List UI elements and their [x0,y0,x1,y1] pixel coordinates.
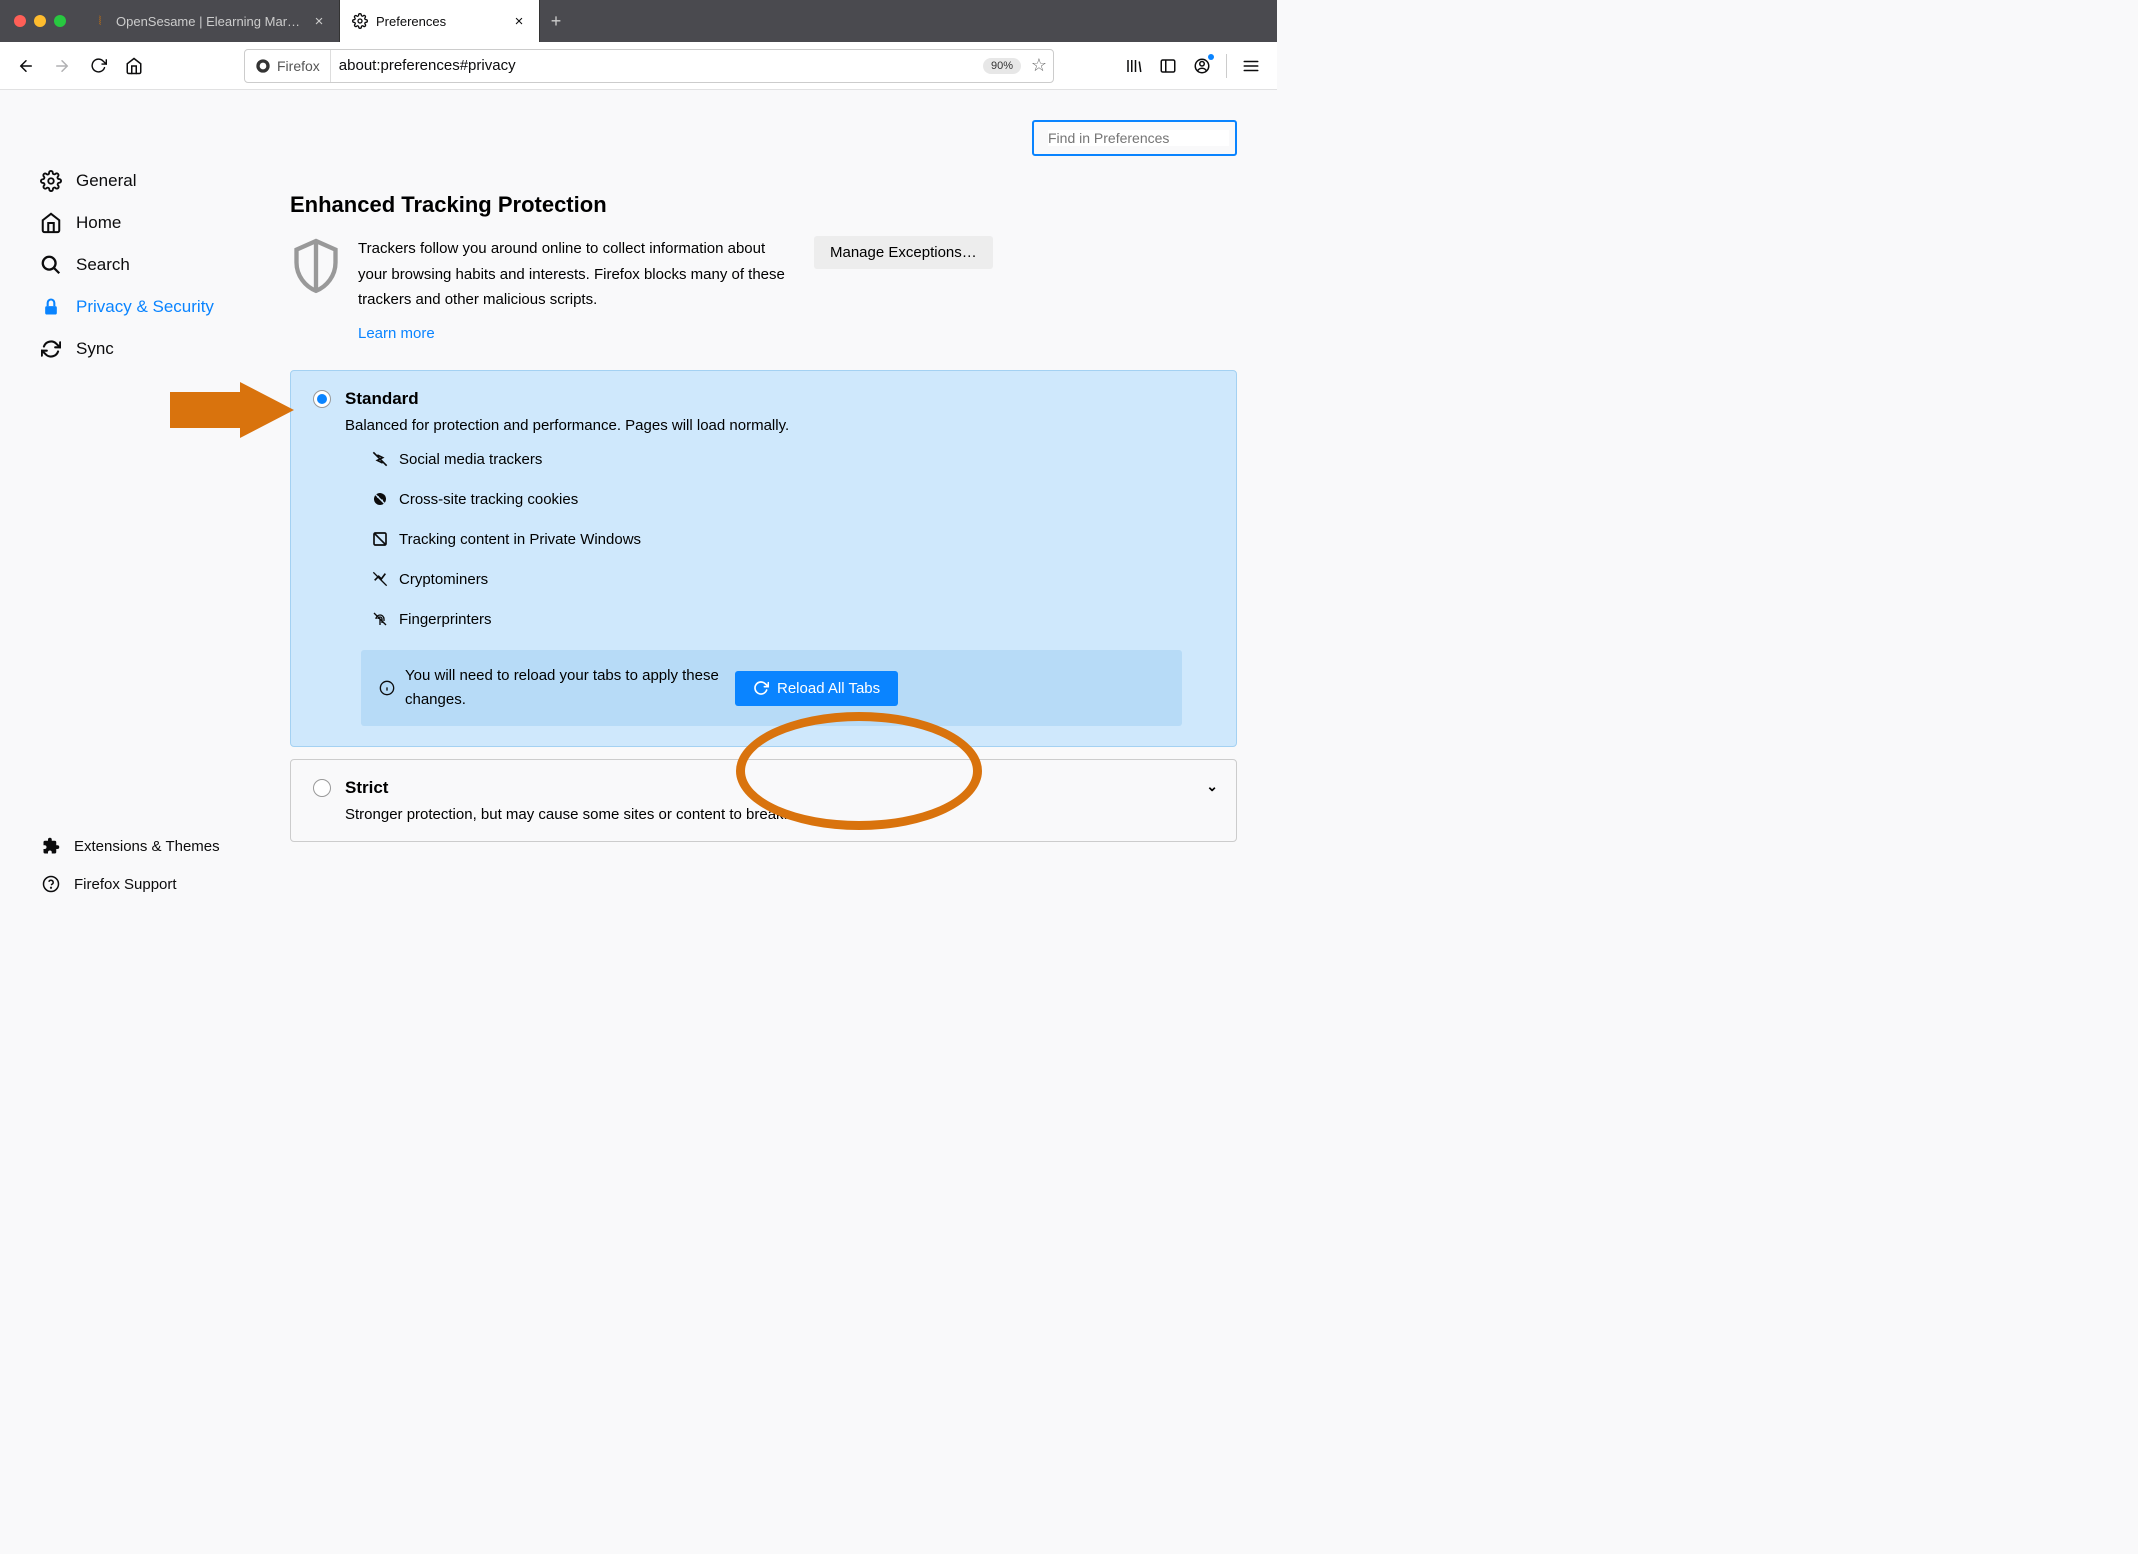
minimize-window-button[interactable] [34,15,46,27]
help-icon [40,873,62,895]
preferences-content: Enhanced Tracking Protection Trackers fo… [250,90,1277,931]
tracker-label: Fingerprinters [399,611,492,628]
preferences-search[interactable] [1032,120,1237,156]
sidebar-item-general[interactable]: General [40,160,250,202]
tab-title: OpenSesame | Elearning Marketplace [116,14,303,29]
shield-icon [290,236,342,298]
maximize-window-button[interactable] [54,15,66,27]
navigation-toolbar: Firefox 90% ☆ [0,42,1277,90]
reload-button-label: Reload All Tabs [777,680,880,697]
account-button[interactable] [1186,50,1218,82]
sidebar-button[interactable] [1152,50,1184,82]
preferences-page: General Home Search Privacy & Security S… [0,90,1277,931]
home-button[interactable] [118,50,150,82]
social-tracker-icon [371,450,389,468]
identity-label: Firefox [277,58,320,74]
url-bar[interactable]: Firefox 90% ☆ [244,49,1054,83]
close-window-button[interactable] [14,15,26,27]
option-description: Stronger protection, but may cause some … [345,806,1214,823]
library-button[interactable] [1118,50,1150,82]
etp-description: Trackers follow you around online to col… [358,240,785,308]
manage-exceptions-button[interactable]: Manage Exceptions… [814,236,993,269]
reload-button[interactable] [82,50,114,82]
close-tab-icon[interactable]: × [311,13,327,30]
tab-opensesame[interactable]: ⦚ OpenSesame | Elearning Marketplace × [80,0,340,42]
search-icon [40,254,62,276]
chevron-down-icon[interactable]: ⌄ [1206,778,1218,795]
tracker-item: Social media trackers [371,450,1214,468]
forward-button[interactable] [46,50,78,82]
home-icon [40,212,62,234]
sidebar-item-label: Home [76,213,121,233]
tracker-label: Social media trackers [399,451,542,468]
new-tab-button[interactable]: + [540,11,572,32]
gear-icon [40,170,62,192]
option-card-standard[interactable]: Standard Balanced for protection and per… [290,370,1237,747]
sidebar-item-label: Sync [76,339,114,359]
option-card-strict[interactable]: Strict Stronger protection, but may caus… [290,759,1237,842]
sidebar-item-privacy[interactable]: Privacy & Security [40,286,250,328]
sidebar-item-label: General [76,171,136,191]
sidebar-item-label: Search [76,255,130,275]
sidebar-item-home[interactable]: Home [40,202,250,244]
cookie-icon [371,490,389,508]
sidebar-item-sync[interactable]: Sync [40,328,250,370]
radio-standard[interactable] [313,390,331,408]
tracker-label: Tracking content in Private Windows [399,531,641,548]
tab-title: Preferences [376,14,503,29]
reload-icon [753,680,769,696]
tracking-content-icon [371,530,389,548]
sidebar-item-support[interactable]: Firefox Support [40,865,250,903]
reload-notice: You will need to reload your tabs to app… [361,650,1182,726]
tracker-label: Cross-site tracking cookies [399,491,578,508]
close-tab-icon[interactable]: × [511,13,527,30]
sidebar-item-label: Privacy & Security [76,297,214,317]
url-input[interactable] [331,57,983,74]
tracker-label: Cryptominers [399,571,488,588]
identity-box[interactable]: Firefox [245,50,331,82]
tracker-item: Fingerprinters [371,610,1214,628]
app-menu-button[interactable] [1235,50,1267,82]
tab-favicon: ⦚ [92,13,108,29]
reload-all-tabs-button[interactable]: Reload All Tabs [735,671,898,706]
option-title: Strict [345,778,388,798]
tab-preferences[interactable]: Preferences × [340,0,540,42]
sidebar-item-label: Extensions & Themes [74,838,220,855]
option-description: Balanced for protection and performance.… [345,417,1214,434]
sync-icon [40,338,62,360]
notification-dot-icon [1208,54,1214,60]
fingerprinter-icon [371,610,389,628]
radio-strict[interactable] [313,779,331,797]
gear-icon [352,13,368,29]
option-title: Standard [345,389,419,409]
sidebar-item-label: Firefox Support [74,876,177,893]
cryptominer-icon [371,570,389,588]
sidebar-item-extensions[interactable]: Extensions & Themes [40,827,250,865]
toolbar-divider [1226,54,1227,78]
tracker-item: Cross-site tracking cookies [371,490,1214,508]
section-title: Enhanced Tracking Protection [290,192,1237,218]
zoom-indicator[interactable]: 90% [983,58,1021,74]
lock-icon [40,296,62,318]
window-titlebar: ⦚ OpenSesame | Elearning Marketplace × P… [0,0,1277,42]
puzzle-icon [40,835,62,857]
learn-more-link[interactable]: Learn more [358,321,435,347]
tracker-item: Tracking content in Private Windows [371,530,1214,548]
sidebar-item-search[interactable]: Search [40,244,250,286]
preferences-sidebar: General Home Search Privacy & Security S… [0,90,250,931]
reload-message: You will need to reload your tabs to app… [405,664,725,712]
bookmark-star-icon[interactable]: ☆ [1025,55,1053,76]
back-button[interactable] [10,50,42,82]
preferences-search-input[interactable] [1048,130,1229,146]
info-icon [379,680,395,696]
tracker-item: Cryptominers [371,570,1214,588]
window-controls [0,15,80,27]
